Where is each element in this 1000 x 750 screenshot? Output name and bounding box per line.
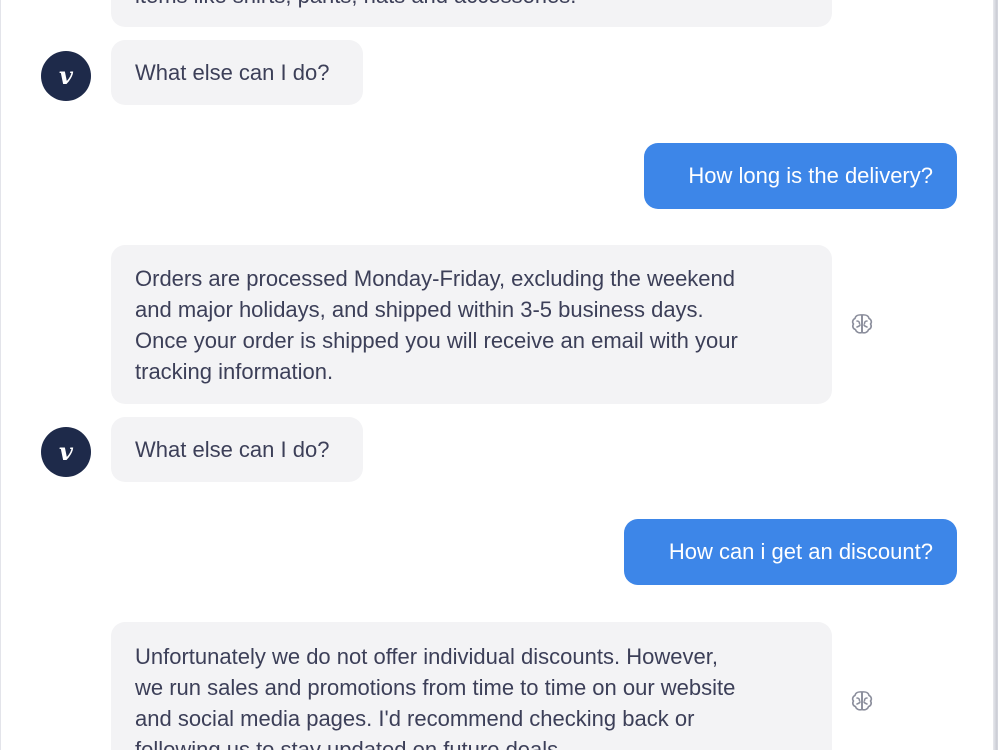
message-line: we run sales and promotions from time to… (135, 675, 736, 700)
bot-avatar: v (41, 51, 91, 101)
bot-logo-icon: v (59, 61, 74, 90)
message-line: and major holidays, and shipped within 3… (135, 297, 704, 322)
message-line: Once your order is shipped you will rece… (135, 328, 738, 353)
message-line: Unfortunately we do not offer individual… (135, 644, 718, 669)
message-line: following us to stay updated on future d… (135, 737, 565, 750)
bot-message: items like shirts, pants, hats and acces… (111, 0, 832, 27)
window-edge-shadow (993, 0, 997, 750)
bot-avatar: v (41, 427, 91, 477)
message-text: How long is the delivery? (688, 163, 933, 188)
user-message: How can i get an discount? (624, 519, 957, 585)
message-line: Orders are processed Monday-Friday, excl… (135, 266, 736, 291)
bot-message: What else can I do? (111, 40, 363, 105)
svg-text:v: v (59, 61, 74, 90)
bot-message: Unfortunately we do not offer individual… (111, 622, 832, 750)
message-line: and social media pages. I'd recommend ch… (135, 706, 695, 731)
bot-logo-icon: v (59, 437, 74, 466)
brain-icon[interactable] (849, 688, 875, 714)
message-line: tracking information. (135, 359, 334, 384)
message-text: What else can I do? (135, 437, 330, 462)
svg-text:v: v (59, 437, 74, 466)
bot-message: Orders are processed Monday-Friday, excl… (111, 245, 832, 404)
user-message: How long is the delivery? (644, 143, 957, 209)
chat-window: items like shirts, pants, hats and acces… (0, 0, 998, 750)
brain-icon[interactable] (849, 311, 875, 337)
message-line: items like shirts, pants, hats and acces… (135, 0, 808, 11)
message-text: How can i get an discount? (668, 539, 933, 564)
bot-message: What else can I do? (111, 417, 363, 482)
message-text: What else can I do? (135, 60, 330, 85)
